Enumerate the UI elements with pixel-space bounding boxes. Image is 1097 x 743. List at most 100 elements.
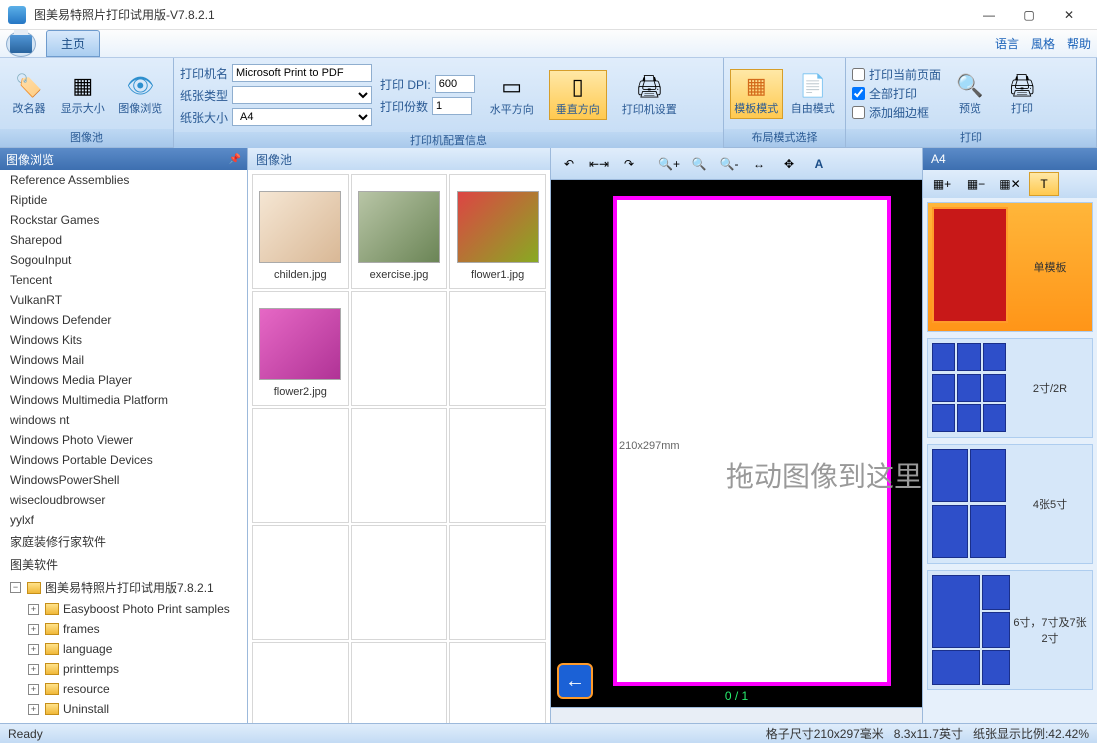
tree-subitem[interactable]: + printtemps bbox=[0, 659, 247, 679]
minimize-button[interactable]: ― bbox=[969, 1, 1009, 29]
template-list: 单模板 2寸/2R 4张5寸6寸，7寸及7张2寸 bbox=[923, 198, 1097, 723]
free-mode-button[interactable]: 📄自由模式 bbox=[787, 69, 840, 119]
browse-button[interactable]: 👁图像浏览 bbox=[114, 69, 168, 119]
menu-style[interactable]: 風格 bbox=[1031, 35, 1055, 52]
menu-language[interactable]: 语言 bbox=[995, 35, 1019, 52]
template-item[interactable]: 4张5寸 bbox=[927, 444, 1093, 564]
fit-width-button[interactable]: ⇤⇥ bbox=[585, 151, 613, 177]
tree-item[interactable]: Windows Kits bbox=[0, 330, 247, 350]
tree-item[interactable]: wisecloudbrowser bbox=[0, 490, 247, 510]
expand-icon[interactable]: + bbox=[28, 644, 39, 655]
tpl-add-button[interactable]: ▦+ bbox=[927, 172, 957, 196]
expand-icon[interactable]: + bbox=[28, 684, 39, 695]
close-button[interactable]: ✕ bbox=[1049, 1, 1089, 29]
tree-item[interactable]: windows nt bbox=[0, 410, 247, 430]
tree-subitem[interactable]: + frames bbox=[0, 619, 247, 639]
thumb-cell[interactable]: flower2.jpg bbox=[252, 291, 349, 406]
canvas-area[interactable]: 210x297mm 拖动图像到这里 ← 0 / 1 bbox=[551, 180, 922, 707]
zoom-out-button[interactable]: 🔍- bbox=[715, 151, 743, 177]
paper-size-select[interactable]: A4 bbox=[232, 108, 372, 126]
canvas-hscroll[interactable] bbox=[551, 707, 922, 723]
canvas-toolbar: ↶ ⇤⇥ ↷ 🔍+ 🔍 🔍- ↔ ✥ A bbox=[551, 148, 922, 180]
printer-name-input[interactable] bbox=[232, 64, 372, 82]
showsize-button[interactable]: ▦显示大小 bbox=[56, 69, 110, 119]
tpl-text-button[interactable]: T bbox=[1029, 172, 1059, 196]
orient-horizontal-button[interactable]: ▭水平方向 bbox=[483, 70, 541, 120]
tree-subitem[interactable]: + language bbox=[0, 639, 247, 659]
tree-item[interactable]: Reference Assemblies bbox=[0, 170, 247, 190]
thumb-caption: flower1.jpg bbox=[471, 269, 524, 281]
printer-settings-button[interactable]: 🖨打印机设置 bbox=[615, 70, 684, 120]
paper-type-select[interactable] bbox=[232, 86, 372, 104]
tree-item[interactable]: Windows Photo Viewer bbox=[0, 430, 247, 450]
move-all-button[interactable]: ✥ bbox=[775, 151, 803, 177]
tree-item[interactable]: 家庭装修行家软件 bbox=[0, 530, 247, 553]
template-item[interactable]: 单模板 bbox=[927, 202, 1093, 332]
thumb-cell bbox=[449, 525, 546, 640]
add-border-check[interactable]: 添加细边框 bbox=[852, 104, 941, 121]
template-name: 单模板 bbox=[1012, 259, 1088, 275]
tree-item[interactable]: Windows Defender bbox=[0, 310, 247, 330]
pin-icon[interactable]: 📌 bbox=[229, 154, 241, 165]
tree-subitem[interactable]: + resource bbox=[0, 679, 247, 699]
tree-item[interactable]: Windows Media Player bbox=[0, 370, 247, 390]
back-button[interactable]: ← bbox=[557, 663, 593, 699]
template-item[interactable]: 2寸/2R bbox=[927, 338, 1093, 438]
tree-item[interactable]: WindowsPowerShell bbox=[0, 470, 247, 490]
rotate-right-button[interactable]: ↷ bbox=[615, 151, 643, 177]
print-button[interactable]: 🖨打印 bbox=[999, 69, 1045, 119]
menu-help[interactable]: 帮助 bbox=[1067, 35, 1091, 52]
tree-item[interactable]: SogouInput bbox=[0, 250, 247, 270]
print-all-check[interactable]: 全部打印 bbox=[852, 85, 941, 102]
thumb-cell[interactable]: childen.jpg bbox=[252, 174, 349, 289]
ribbon-group-print-label: 打印 bbox=[846, 129, 1096, 147]
grid-icon: ▦ bbox=[69, 72, 97, 100]
canvas-panel: ↶ ⇤⇥ ↷ 🔍+ 🔍 🔍- ↔ ✥ A 210x297mm 拖动图像到这里 ←… bbox=[551, 148, 922, 723]
template-preview bbox=[932, 449, 1012, 559]
ribbon-group-layout-label: 布局模式选择 bbox=[724, 129, 845, 147]
expand-icon[interactable]: + bbox=[28, 704, 39, 715]
tree-subitem[interactable]: + Easyboost Photo Print samples bbox=[0, 599, 247, 619]
collapse-icon[interactable]: − bbox=[10, 582, 21, 593]
zoom-in-button[interactable]: 🔍+ bbox=[655, 151, 683, 177]
thumb-cell[interactable]: exercise.jpg bbox=[351, 174, 448, 289]
folder-tree[interactable]: Reference AssembliesRiptideRockstar Game… bbox=[0, 170, 247, 723]
tree-item[interactable]: Windows Multimedia Platform bbox=[0, 390, 247, 410]
tree-item[interactable]: Windows Mail bbox=[0, 350, 247, 370]
template-mode-button[interactable]: ▦模板模式 bbox=[730, 69, 783, 119]
rotate-left-button[interactable]: ↶ bbox=[555, 151, 583, 177]
expand-icon[interactable]: + bbox=[28, 664, 39, 675]
tree-item[interactable]: VulkanRT bbox=[0, 290, 247, 310]
maximize-button[interactable]: ▢ bbox=[1009, 1, 1049, 29]
tree-item[interactable]: Sharepod bbox=[0, 230, 247, 250]
orient-vertical-button[interactable]: ▯垂直方向 bbox=[549, 70, 607, 120]
tree-item[interactable]: Rockstar Games bbox=[0, 210, 247, 230]
tree-item[interactable]: Riptide bbox=[0, 190, 247, 210]
template-name: 2寸/2R bbox=[1012, 380, 1088, 396]
status-inches: 8.3x11.7英寸 bbox=[894, 725, 963, 742]
expand-icon[interactable]: + bbox=[28, 604, 39, 615]
app-menu-button[interactable] bbox=[6, 31, 36, 57]
tree-item-app[interactable]: − 图美易特照片打印试用版7.8.2.1 bbox=[0, 576, 247, 599]
expand-icon[interactable]: + bbox=[28, 624, 39, 635]
tree-subitem[interactable]: + Uninstall bbox=[0, 699, 247, 719]
tpl-edit-button[interactable]: ▦− bbox=[961, 172, 991, 196]
copies-input[interactable] bbox=[432, 97, 472, 115]
template-item[interactable]: 6寸，7寸及7张2寸 bbox=[927, 570, 1093, 690]
thumb-caption: exercise.jpg bbox=[370, 269, 429, 281]
text-button[interactable]: A bbox=[805, 151, 833, 177]
dpi-input[interactable] bbox=[435, 75, 475, 93]
tree-item[interactable]: Tencent bbox=[0, 270, 247, 290]
rename-button[interactable]: 🏷️改名器 bbox=[6, 69, 52, 119]
tree-item[interactable]: 图美软件 bbox=[0, 553, 247, 576]
print-current-check[interactable]: 打印当前页面 bbox=[852, 66, 941, 83]
portrait-icon: ▯ bbox=[564, 73, 592, 101]
tpl-del-button[interactable]: ▦✕ bbox=[995, 172, 1025, 196]
tab-home[interactable]: 主页 bbox=[46, 30, 100, 57]
tree-item[interactable]: Windows Portable Devices bbox=[0, 450, 247, 470]
tree-item[interactable]: yylxf bbox=[0, 510, 247, 530]
thumb-cell[interactable]: flower1.jpg bbox=[449, 174, 546, 289]
move-h-button[interactable]: ↔ bbox=[745, 151, 773, 177]
preview-button[interactable]: 🔍预览 bbox=[947, 69, 993, 119]
zoom-fit-button[interactable]: 🔍 bbox=[685, 151, 713, 177]
